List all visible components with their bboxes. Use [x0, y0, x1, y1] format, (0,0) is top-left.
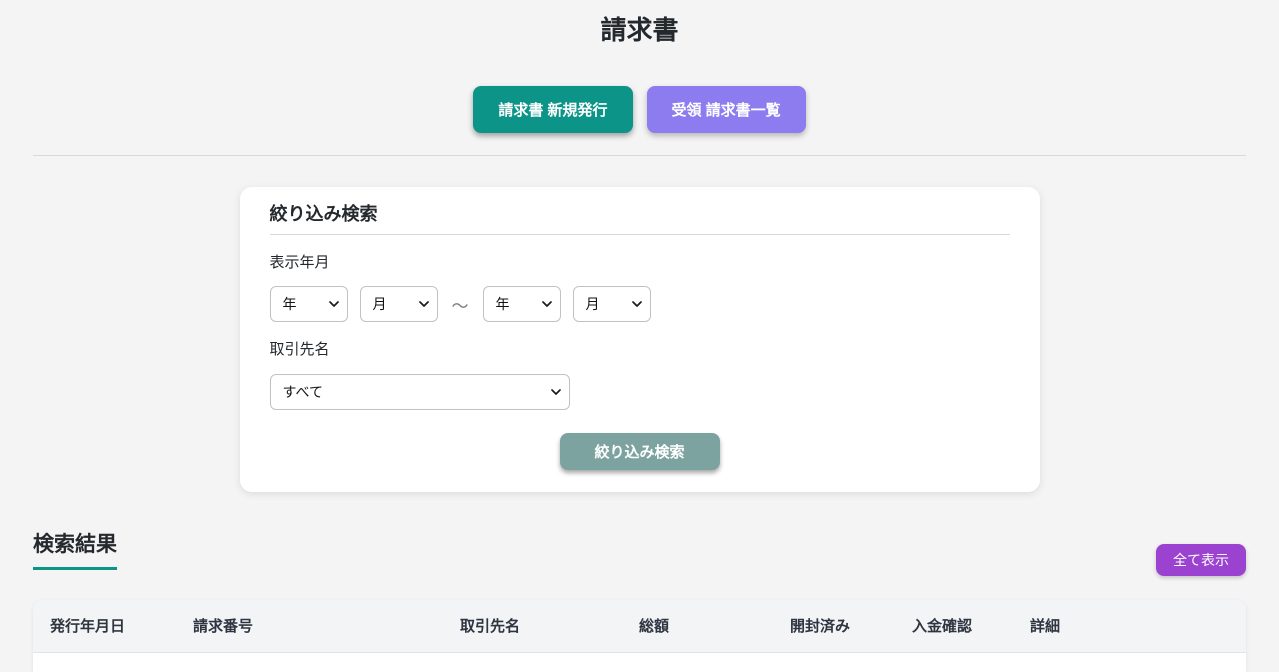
column-header-total-amount: 総額 — [639, 600, 790, 652]
filter-submit-row: 絞り込み検索 — [270, 433, 1010, 480]
results-table: 発行年月日 請求番号 取引先名 総額 開封済み 入金確認 詳細 — [33, 600, 1246, 672]
date-range-selects: 年 月 ～ 年 月 — [270, 286, 1010, 322]
column-header-issue-date: 発行年月日 — [33, 600, 193, 652]
column-header-detail: 詳細 — [1030, 600, 1246, 652]
from-month-select[interactable]: 月 — [360, 286, 438, 322]
date-range-label: 表示年月 — [270, 251, 1010, 272]
client-select-wrap: すべて — [270, 374, 570, 410]
page-title: 請求書 — [0, 14, 1279, 46]
from-year-select[interactable]: 年 — [270, 286, 348, 322]
from-month-select-wrap: 月 — [360, 286, 438, 322]
to-month-select-wrap: 月 — [573, 286, 651, 322]
client-select[interactable]: すべて — [270, 374, 570, 410]
date-range-separator: ～ — [452, 292, 469, 317]
section-divider — [33, 155, 1246, 156]
results-table-body — [33, 652, 1246, 672]
page: { "header": { "title": "請求書", "new_invoi… — [0, 0, 1279, 636]
header-section: 請求書 請求書 新規発行 受領 請求書一覧 — [0, 0, 1279, 133]
to-year-select-wrap: 年 — [483, 286, 561, 322]
received-invoices-button[interactable]: 受領 請求書一覧 — [647, 86, 806, 133]
column-header-client-name: 取引先名 — [460, 600, 639, 652]
filter-card: 絞り込み検索 表示年月 年 月 ～ 年 — [240, 187, 1040, 492]
new-invoice-button[interactable]: 請求書 新規発行 — [473, 86, 632, 133]
header-actions: 請求書 新規発行 受領 請求書一覧 — [0, 86, 1279, 133]
column-header-opened: 開封済み — [790, 600, 912, 652]
results-section: 検索結果 全て表示 発行年月日 請求番号 取引先名 総額 開封済み 入金確認 詳… — [33, 532, 1246, 672]
filter-submit-button[interactable]: 絞り込み検索 — [560, 433, 720, 470]
table-row — [33, 652, 1246, 672]
column-header-payment-confirmed: 入金確認 — [912, 600, 1030, 652]
results-table-header-row: 発行年月日 請求番号 取引先名 総額 開封済み 入金確認 詳細 — [33, 600, 1246, 652]
from-year-select-wrap: 年 — [270, 286, 348, 322]
show-all-button[interactable]: 全て表示 — [1156, 544, 1246, 576]
column-header-invoice-number: 請求番号 — [193, 600, 460, 652]
results-table-card: 発行年月日 請求番号 取引先名 総額 開封済み 入金確認 詳細 — [33, 600, 1246, 672]
to-year-select[interactable]: 年 — [483, 286, 561, 322]
client-select-row: すべて — [270, 374, 1010, 410]
client-name-label: 取引先名 — [270, 338, 1010, 359]
to-month-select[interactable]: 月 — [573, 286, 651, 322]
results-table-head: 発行年月日 請求番号 取引先名 総額 開封済み 入金確認 詳細 — [33, 600, 1246, 652]
filter-card-title: 絞り込み検索 — [270, 203, 1010, 235]
results-title: 検索結果 — [33, 532, 117, 570]
